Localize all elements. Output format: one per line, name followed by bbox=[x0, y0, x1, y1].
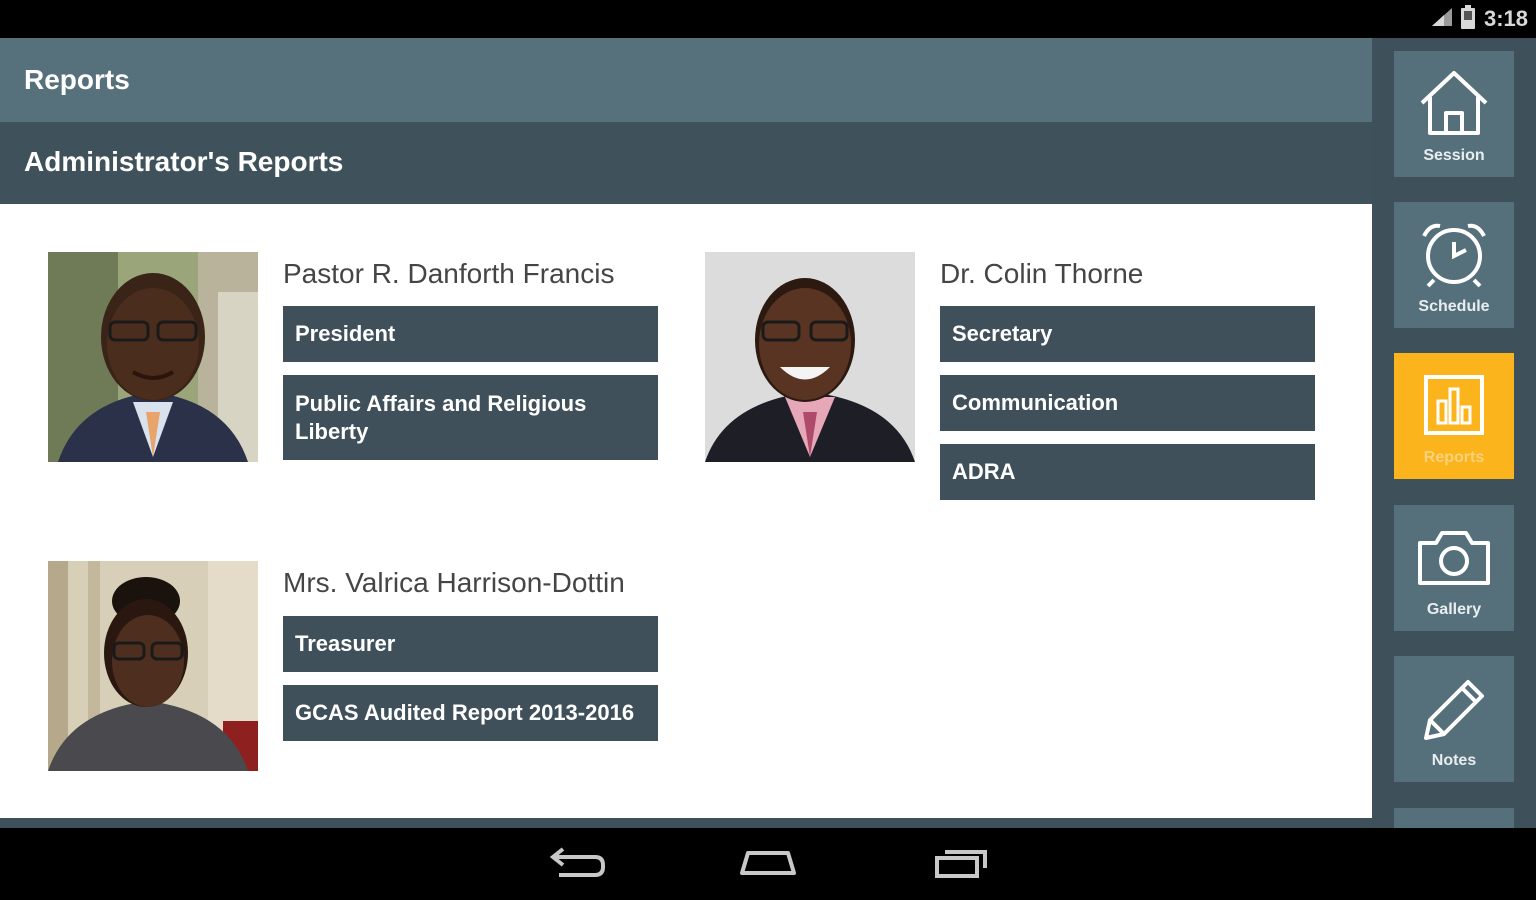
signal-icon bbox=[1430, 6, 1456, 33]
nav-item-more[interactable] bbox=[1394, 808, 1514, 828]
report-button-label: Communication bbox=[952, 390, 1119, 415]
back-button[interactable] bbox=[542, 842, 612, 886]
system-navigation-bar bbox=[0, 828, 1536, 900]
pencil-icon bbox=[1416, 656, 1492, 749]
person-photo bbox=[48, 252, 258, 462]
report-button-treasurer[interactable]: Treasurer bbox=[283, 616, 658, 672]
report-button-adra[interactable]: ADRA bbox=[940, 444, 1315, 500]
battery-icon bbox=[1460, 4, 1476, 34]
person-name: Dr. Colin Thorne bbox=[940, 258, 1144, 289]
section-header: Administrator's Reports bbox=[0, 122, 1372, 204]
nav-item-session[interactable]: Session bbox=[1394, 51, 1514, 177]
recents-icon bbox=[933, 846, 989, 883]
camera-icon bbox=[1416, 505, 1492, 598]
nav-label: Reports bbox=[1423, 449, 1485, 466]
side-nav: Session Schedule Reports Gallery Notes bbox=[1372, 38, 1536, 828]
home-icon bbox=[738, 847, 798, 882]
nav-item-gallery[interactable]: Gallery bbox=[1394, 505, 1514, 631]
report-button-president[interactable]: President bbox=[283, 306, 658, 362]
section-title: Administrator's Reports bbox=[24, 146, 344, 177]
report-button-label: GCAS Audited Report 2013-2016 bbox=[295, 700, 635, 725]
alarm-clock-icon bbox=[1416, 202, 1492, 295]
nav-item-reports[interactable]: Reports bbox=[1394, 353, 1514, 479]
status-icons: 3:18 bbox=[1430, 4, 1528, 34]
page-title: Reports bbox=[24, 64, 130, 95]
report-button-secretary[interactable]: Secretary bbox=[940, 306, 1315, 362]
report-button-label: ADRA bbox=[952, 459, 1016, 484]
report-button-label: Public Affairs and Religious Liberty bbox=[295, 390, 587, 444]
person-name: Pastor R. Danforth Francis bbox=[283, 258, 615, 289]
report-button-label: President bbox=[295, 321, 396, 346]
nav-label: Notes bbox=[1431, 752, 1477, 769]
status-bar: 3:18 bbox=[0, 0, 1536, 38]
person-name: Mrs. Valrica Harrison-Dottin bbox=[283, 567, 625, 598]
report-button-public-affairs[interactable]: Public Affairs and Religious Liberty bbox=[283, 375, 658, 460]
home-icon bbox=[1416, 51, 1492, 144]
back-icon bbox=[549, 845, 605, 884]
app-window: Reports Administrator's Reports Pastor R… bbox=[0, 38, 1536, 828]
report-button-label: Secretary bbox=[952, 321, 1053, 346]
nav-label: Session bbox=[1423, 147, 1485, 164]
report-button-gcas[interactable]: GCAS Audited Report 2013-2016 bbox=[283, 685, 658, 741]
nav-label: Schedule bbox=[1418, 298, 1490, 315]
title-bar: Reports bbox=[0, 38, 1372, 122]
reports-content: Pastor R. Danforth Francis President Pub… bbox=[0, 204, 1372, 818]
nav-item-schedule[interactable]: Schedule bbox=[1394, 202, 1514, 328]
bar-chart-icon bbox=[1416, 353, 1492, 446]
person-photo bbox=[48, 561, 258, 771]
status-time: 3:18 bbox=[1483, 6, 1528, 31]
report-button-label: Treasurer bbox=[295, 631, 396, 656]
nav-item-notes[interactable]: Notes bbox=[1394, 656, 1514, 782]
home-button[interactable] bbox=[733, 842, 803, 886]
nav-label: Gallery bbox=[1426, 601, 1482, 618]
report-button-communication[interactable]: Communication bbox=[940, 375, 1315, 431]
person-photo bbox=[705, 252, 915, 462]
recents-button[interactable] bbox=[926, 842, 996, 886]
